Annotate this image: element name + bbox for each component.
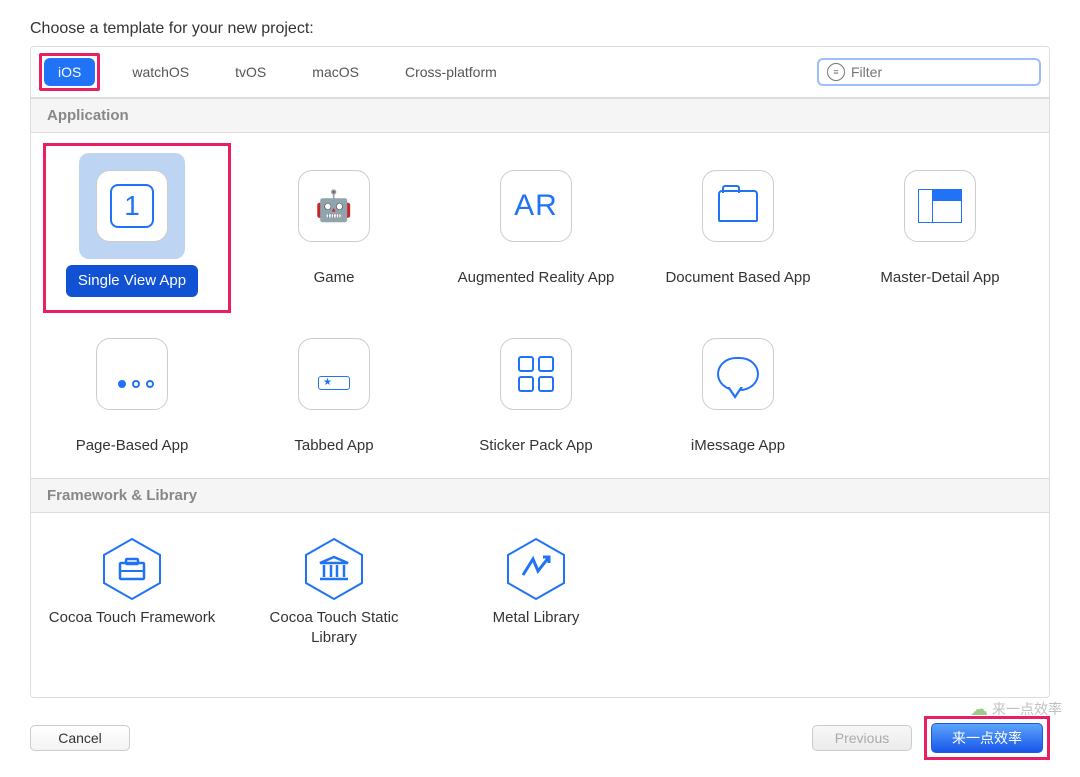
dialog-title: Choose a template for your new project:: [30, 20, 1050, 38]
template-master-detail-app[interactable]: Master-Detail App: [839, 141, 1041, 309]
page-icon: [79, 321, 185, 427]
template-page-based-app[interactable]: Page-Based App: [31, 309, 233, 471]
tabbed-icon: ★: [281, 321, 387, 427]
filter-field[interactable]: ≡: [817, 58, 1041, 86]
tab-ios[interactable]: iOS: [44, 58, 95, 86]
lightning-icon: [500, 533, 572, 605]
section-framework: Framework & Library: [31, 478, 1049, 513]
doc-icon: [685, 153, 791, 259]
button-row: Cancel Previous 来一点效率: [30, 716, 1050, 760]
template-label: Cocoa Touch Framework: [39, 605, 225, 631]
template-label: Game: [304, 265, 365, 291]
highlight-next: 来一点效率: [924, 716, 1050, 760]
template-label: iMessage App: [681, 433, 795, 459]
template-sticker-pack-app[interactable]: Sticker Pack App: [435, 309, 637, 471]
game-icon: 🤖: [281, 153, 387, 259]
template-label: Metal Library: [483, 605, 590, 631]
single-view-app-icon: 1: [79, 153, 185, 259]
tab-macos[interactable]: macOS: [298, 58, 373, 86]
template-label: Page-Based App: [66, 433, 199, 459]
template-label: Document Based App: [655, 265, 820, 291]
template-label: Sticker Pack App: [469, 433, 602, 459]
next-button[interactable]: 来一点效率: [931, 723, 1043, 753]
template-ar-app[interactable]: AR Augmented Reality App: [435, 141, 637, 309]
template-label: Single View App: [66, 265, 198, 297]
template-label: Master-Detail App: [870, 265, 1009, 291]
template-single-view-app[interactable]: 1 Single View App: [31, 141, 233, 309]
template-metal-library[interactable]: Metal Library: [435, 521, 637, 662]
previous-button: Previous: [812, 725, 912, 751]
cancel-button[interactable]: Cancel: [30, 725, 130, 751]
filter-icon: ≡: [827, 63, 845, 81]
template-label: Cocoa Touch Static Library: [237, 605, 431, 650]
tab-tvos[interactable]: tvOS: [221, 58, 280, 86]
filter-input[interactable]: [851, 64, 1032, 80]
ar-icon: AR: [483, 153, 589, 259]
template-doc-app[interactable]: Document Based App: [637, 141, 839, 309]
template-tabbed-app[interactable]: ★ Tabbed App: [233, 309, 435, 471]
sticker-icon: [483, 321, 589, 427]
template-imessage-app[interactable]: iMessage App: [637, 309, 839, 471]
framework-grid: Cocoa Touch Framework Cocoa Touch Static…: [31, 513, 1049, 670]
application-grid: 1 Single View App 🤖 Game AR Augmented Re…: [31, 133, 1049, 478]
template-label: Augmented Reality App: [448, 265, 625, 291]
master-detail-icon: [887, 153, 993, 259]
imessage-icon: [685, 321, 791, 427]
template-panel: iOS watchOS tvOS macOS Cross-platform ≡ …: [30, 46, 1050, 698]
section-application: Application: [31, 98, 1049, 133]
tab-watchos[interactable]: watchOS: [118, 58, 203, 86]
template-label: Tabbed App: [284, 433, 383, 459]
template-game[interactable]: 🤖 Game: [233, 141, 435, 309]
briefcase-icon: [96, 533, 168, 605]
template-cocoa-framework[interactable]: Cocoa Touch Framework: [31, 521, 233, 662]
platform-tab-row: iOS watchOS tvOS macOS Cross-platform ≡: [31, 47, 1049, 98]
template-cocoa-static-library[interactable]: Cocoa Touch Static Library: [233, 521, 435, 662]
columns-icon: [298, 533, 370, 605]
tab-crossplatform[interactable]: Cross-platform: [391, 58, 511, 86]
highlight-ios: iOS: [39, 53, 100, 91]
